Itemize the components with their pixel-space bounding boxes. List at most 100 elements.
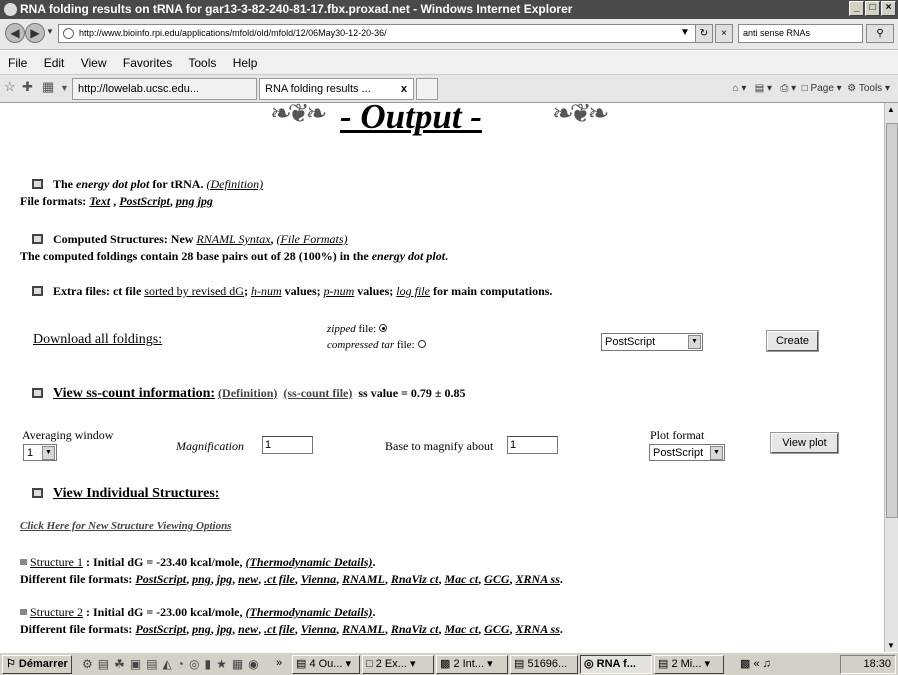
plot-format-select[interactable]: PostScript ▼: [649, 444, 725, 461]
quick-launch-overflow-icon[interactable]: »: [276, 655, 282, 672]
minimize-button[interactable]: _: [849, 1, 864, 16]
jpg-link[interactable]: jpg: [217, 572, 232, 586]
sorted-dg-link[interactable]: sorted by revised dG: [144, 284, 244, 298]
tray-expand-icon[interactable]: «: [753, 658, 759, 670]
start-button[interactable]: ⚐ Démarrer: [2, 655, 72, 674]
search-icon[interactable]: ⚲: [866, 24, 894, 43]
thermodynamic-details-link[interactable]: (Thermodynamic Details): [246, 555, 373, 569]
refresh-icon[interactable]: ↻: [695, 24, 713, 43]
ct-file-link[interactable]: .ct file: [264, 572, 295, 586]
rnaml-syntax-link[interactable]: RNAML Syntax: [196, 232, 270, 246]
search-input[interactable]: anti sense RNAs: [738, 24, 863, 43]
rnaviz-ct-link[interactable]: RnaViz ct: [391, 572, 439, 586]
zipped-radio[interactable]: [379, 324, 388, 332]
taskbar-item-internet[interactable]: ▩ 2 Int... ▾: [436, 655, 508, 674]
definition-link[interactable]: (Definition): [218, 386, 277, 400]
tray-icons[interactable]: ▩ « ♫: [740, 657, 771, 670]
ct-file-link[interactable]: .ct file: [264, 622, 295, 636]
structure-2-link[interactable]: Structure 2: [30, 605, 83, 619]
postscript-link[interactable]: PostScript: [135, 622, 186, 636]
view-individual-structures-link[interactable]: View Individual Structures:: [53, 486, 219, 501]
jpg-link[interactable]: jpg: [217, 622, 232, 636]
postscript-link[interactable]: PostScript: [119, 194, 170, 208]
view-plot-button[interactable]: View plot: [770, 432, 839, 454]
taskbar-item-rna-folding[interactable]: ◎ RNA f...: [580, 655, 652, 674]
vienna-link[interactable]: Vienna: [301, 572, 336, 586]
averaging-window-select[interactable]: 1 ▼: [23, 444, 57, 461]
scroll-down-icon[interactable]: ▼: [887, 641, 895, 650]
structure-1-link[interactable]: Structure 1: [30, 555, 83, 569]
quick-tabs-icon[interactable]: ▦: [42, 79, 54, 95]
address-dropdown-icon[interactable]: ▼: [678, 24, 692, 43]
menu-edit[interactable]: Edit: [44, 56, 65, 70]
create-button[interactable]: Create: [766, 330, 819, 352]
text-format-link[interactable]: Text: [89, 194, 110, 208]
h-num-link[interactable]: h-num: [251, 284, 282, 298]
history-dropdown-icon[interactable]: ▼: [45, 23, 55, 43]
taskbar-item-word[interactable]: ▤ 51696...: [510, 655, 578, 674]
energy-dot-line: The energy dot plot for tRNA. (Definitio…: [32, 177, 263, 192]
rnaml-link[interactable]: RNAML: [342, 572, 385, 586]
png-link[interactable]: png: [192, 622, 211, 636]
new-link[interactable]: new: [238, 572, 258, 586]
menu-view[interactable]: View: [81, 56, 107, 70]
menu-help[interactable]: Help: [233, 56, 258, 70]
taskbar-item-label: 4 Ou...: [309, 658, 343, 670]
rnaml-link[interactable]: RNAML: [342, 622, 385, 636]
menu-file[interactable]: File: [8, 56, 27, 70]
vienna-link[interactable]: Vienna: [301, 622, 336, 636]
jpg-link[interactable]: jpg: [198, 194, 213, 208]
print-icon[interactable]: ⎙ ▾: [780, 83, 796, 94]
file-formats-link[interactable]: (File Formats): [277, 232, 348, 246]
vertical-scrollbar[interactable]: ▲ ▼: [884, 103, 898, 652]
definition-link[interactable]: (Definition): [206, 177, 263, 191]
xrna-ss-link[interactable]: XRNA ss: [516, 572, 560, 586]
taskbar-item-misc[interactable]: ▤ 2 Mi... ▾: [654, 655, 724, 674]
download-format-select[interactable]: PostScript ▼: [601, 333, 703, 351]
home-icon[interactable]: ⌂ ▾: [733, 83, 747, 94]
menu-favorites[interactable]: Favorites: [123, 56, 172, 70]
mac-ct-link[interactable]: Mac ct: [445, 572, 479, 586]
ss-count-file-link[interactable]: (ss-count file): [283, 386, 352, 400]
quick-launch[interactable]: ⚙▤☘▣▤◭◔◎▮★▦◉: [82, 657, 264, 671]
tab-list-icon[interactable]: ▼: [60, 83, 69, 93]
base-to-magnify-input[interactable]: 1: [507, 436, 558, 454]
scroll-up-icon[interactable]: ▲: [887, 105, 895, 114]
mac-ct-link[interactable]: Mac ct: [445, 622, 479, 636]
gcg-link[interactable]: GCG: [484, 572, 509, 586]
tools-menu[interactable]: ⚙ Tools ▾: [847, 83, 890, 94]
add-favorites-icon[interactable]: ✚: [22, 79, 33, 95]
tab-rna-folding[interactable]: RNA folding results ... x: [259, 78, 414, 100]
png-link[interactable]: png: [192, 572, 211, 586]
postscript-link[interactable]: PostScript: [135, 572, 186, 586]
new-tab-button[interactable]: [416, 78, 438, 100]
magnification-input[interactable]: 1: [262, 436, 313, 454]
page-menu[interactable]: □ Page ▾: [802, 83, 842, 94]
compressed-radio[interactable]: [417, 340, 426, 348]
maximize-button[interactable]: □: [865, 1, 880, 16]
new-link[interactable]: new: [238, 622, 258, 636]
log-file-link[interactable]: log file: [396, 284, 430, 298]
scroll-thumb[interactable]: [886, 123, 898, 518]
taskbar-item-explorer[interactable]: □ 2 Ex... ▾: [362, 655, 434, 674]
thermodynamic-details-link[interactable]: (Thermodynamic Details): [246, 605, 373, 619]
close-tab-icon[interactable]: x: [401, 79, 407, 99]
download-all-foldings-link[interactable]: Download all foldings:: [33, 332, 162, 348]
new-viewing-options-link[interactable]: Click Here for New Structure Viewing Opt…: [20, 520, 231, 532]
xrna-ss-link[interactable]: XRNA ss: [516, 622, 560, 636]
address-bar[interactable]: http://www.bioinfo.rpi.edu/applications/…: [58, 24, 710, 43]
png-link[interactable]: png: [176, 194, 195, 208]
p-num-link[interactable]: p-num: [324, 284, 355, 298]
close-button[interactable]: ×: [881, 1, 896, 16]
forward-button[interactable]: ▶: [25, 23, 45, 43]
favorites-star-icon[interactable]: ☆: [4, 79, 16, 95]
stop-icon[interactable]: ×: [715, 24, 733, 43]
gcg-link[interactable]: GCG: [484, 622, 509, 636]
tab-lowelab[interactable]: http://lowelab.ucsc.edu...: [72, 78, 257, 100]
menu-tools[interactable]: Tools: [188, 56, 216, 70]
feeds-icon[interactable]: ▤ ▾: [755, 83, 772, 94]
rnaviz-ct-link[interactable]: RnaViz ct: [391, 622, 439, 636]
view-ss-count-link[interactable]: View ss-count information:: [53, 386, 215, 401]
taskbar-item-outlook[interactable]: ▤ 4 Ou... ▾: [292, 655, 360, 674]
back-button[interactable]: ◀: [5, 23, 25, 43]
